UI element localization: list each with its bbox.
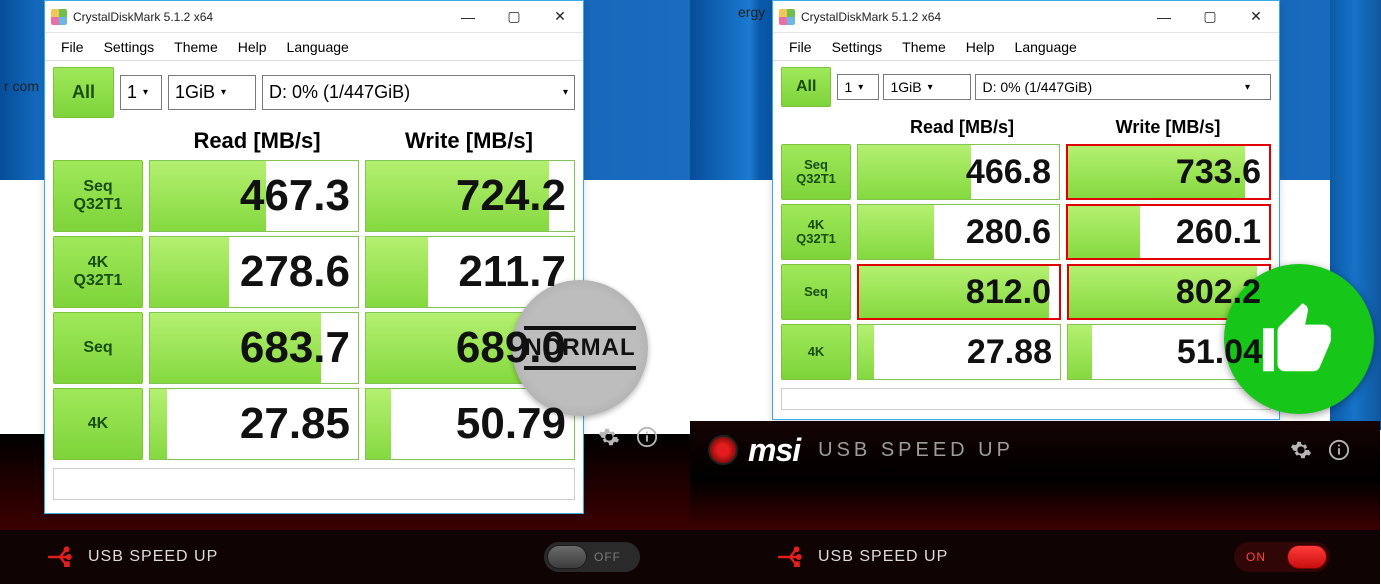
all-button[interactable]: All (53, 67, 114, 118)
seq-q32t1-button[interactable]: Seq Q32T1 (781, 144, 851, 200)
minimize-button[interactable]: — (1141, 2, 1187, 32)
4k-q32t1-read: 278.6 (149, 236, 359, 308)
4k-q32t1-button[interactable]: 4K Q32T1 (781, 204, 851, 260)
chevron-down-icon: ▾ (143, 87, 148, 98)
seq-button[interactable]: Seq (53, 312, 143, 384)
menu-language[interactable]: Language (1005, 35, 1087, 59)
partial-text: ergy (738, 4, 765, 20)
status-strip (53, 468, 575, 500)
msi-feature-bar: USB SPEED UP OFF (0, 530, 690, 584)
toggle-knob (1287, 545, 1327, 569)
run-count-select[interactable]: 1▾ (837, 74, 879, 100)
usb-speed-toggle[interactable]: ON (1234, 542, 1330, 572)
menubar: File Settings Theme Help Language (45, 33, 583, 61)
seq-q32t1-read: 467.3 (149, 160, 359, 232)
chevron-down-icon: ▾ (221, 87, 226, 98)
gear-icon[interactable] (1290, 439, 1312, 461)
seq-button[interactable]: Seq (781, 264, 851, 320)
seq-q32t1-read: 466.8 (857, 144, 1060, 200)
header-write: Write [MB/s] (363, 122, 575, 158)
4k-q32t1-read: 280.6 (857, 204, 1060, 260)
4k-button[interactable]: 4K (53, 388, 143, 460)
header-write: Write [MB/s] (1065, 111, 1271, 142)
test-size-select[interactable]: 1GiB▾ (168, 75, 256, 110)
menu-settings[interactable]: Settings (94, 35, 165, 59)
4k-read: 27.85 (149, 388, 359, 460)
chevron-down-icon: ▾ (858, 82, 863, 93)
settings-icons (1290, 439, 1350, 461)
msi-subtitle: USB SPEED UP (818, 439, 1014, 462)
close-button[interactable]: ✕ (1233, 2, 1279, 32)
menu-theme[interactable]: Theme (892, 35, 956, 59)
run-count-select[interactable]: 1▾ (120, 75, 162, 110)
4k-read: 27.88 (857, 324, 1061, 380)
seq-read: 812.0 (857, 264, 1061, 320)
app-icon (779, 9, 795, 25)
header-read: Read [MB/s] (151, 122, 363, 158)
chevron-down-icon: ▾ (928, 82, 933, 93)
menubar: File Settings Theme Help Language (773, 33, 1279, 61)
usb-speed-up-label: USB SPEED UP (818, 548, 948, 566)
usb-icon (46, 546, 74, 568)
headers: Read [MB/s] Write [MB/s] (45, 122, 583, 158)
menu-theme[interactable]: Theme (164, 35, 228, 59)
chevron-down-icon: ▾ (1245, 82, 1250, 93)
info-icon[interactable] (636, 426, 658, 448)
usb-speed-up-label: USB SPEED UP (88, 548, 218, 566)
header-read: Read [MB/s] (859, 111, 1065, 142)
status-strip (781, 388, 1271, 410)
seq-q32t1-write: 733.6 (1066, 144, 1271, 200)
crystaldiskmark-window: CrystalDiskMark 5.1.2 x64 — ▢ ✕ File Set… (772, 0, 1280, 420)
msi-shield-icon (708, 435, 738, 465)
gear-icon[interactable] (598, 426, 620, 448)
menu-language[interactable]: Language (277, 35, 359, 59)
chevron-down-icon: ▾ (563, 87, 568, 98)
maximize-button[interactable]: ▢ (491, 2, 537, 32)
app-title: CrystalDiskMark 5.1.2 x64 (73, 10, 445, 24)
4k-q32t1-button[interactable]: 4K Q32T1 (53, 236, 143, 308)
4k-q32t1-write: 260.1 (1066, 204, 1271, 260)
toolbar: All 1▾ 1GiB▾ D: 0% (1/447GiB)▾ (773, 61, 1279, 111)
4k-write: 50.79 (365, 388, 575, 460)
seq-q32t1-button[interactable]: Seq Q32T1 (53, 160, 143, 232)
toolbar: All 1▾ 1GiB▾ D: 0% (1/447GiB)▾ (45, 61, 583, 122)
msi-brand: msi (748, 432, 800, 469)
seq-read: 683.7 (149, 312, 359, 384)
4k-button[interactable]: 4K (781, 324, 851, 380)
msi-brand-bar: msi USB SPEED UP (690, 421, 1380, 479)
minimize-button[interactable]: — (445, 2, 491, 32)
close-button[interactable]: ✕ (537, 2, 583, 32)
menu-help[interactable]: Help (956, 35, 1005, 59)
seq-q32t1-write: 724.2 (365, 160, 575, 232)
menu-settings[interactable]: Settings (822, 35, 893, 59)
toggle-label: OFF (594, 550, 621, 564)
app-icon (51, 9, 67, 25)
all-button[interactable]: All (781, 67, 831, 107)
settings-icons (598, 426, 658, 448)
toggle-knob (547, 545, 587, 569)
toggle-label: ON (1246, 550, 1266, 564)
headers: Read [MB/s] Write [MB/s] (773, 111, 1279, 142)
menu-file[interactable]: File (779, 35, 822, 59)
drive-select[interactable]: D: 0% (1/447GiB)▾ (262, 75, 575, 110)
usb-icon (776, 546, 804, 568)
msi-feature-bar: USB SPEED UP ON (690, 530, 1380, 584)
app-title: CrystalDiskMark 5.1.2 x64 (801, 10, 1141, 24)
partial-text: r com (4, 78, 39, 94)
test-size-select[interactable]: 1GiB▾ (883, 74, 971, 100)
menu-help[interactable]: Help (228, 35, 277, 59)
titlebar: CrystalDiskMark 5.1.2 x64 — ▢ ✕ (773, 1, 1279, 33)
thumbs-up-icon (1256, 296, 1342, 382)
usb-speed-toggle[interactable]: OFF (544, 542, 640, 572)
crystaldiskmark-window: CrystalDiskMark 5.1.2 x64 — ▢ ✕ File Set… (44, 0, 584, 514)
drive-select[interactable]: D: 0% (1/447GiB)▾ (975, 74, 1271, 100)
info-icon[interactable] (1328, 439, 1350, 461)
titlebar: CrystalDiskMark 5.1.2 x64 — ▢ ✕ (45, 1, 583, 33)
menu-file[interactable]: File (51, 35, 94, 59)
maximize-button[interactable]: ▢ (1187, 2, 1233, 32)
